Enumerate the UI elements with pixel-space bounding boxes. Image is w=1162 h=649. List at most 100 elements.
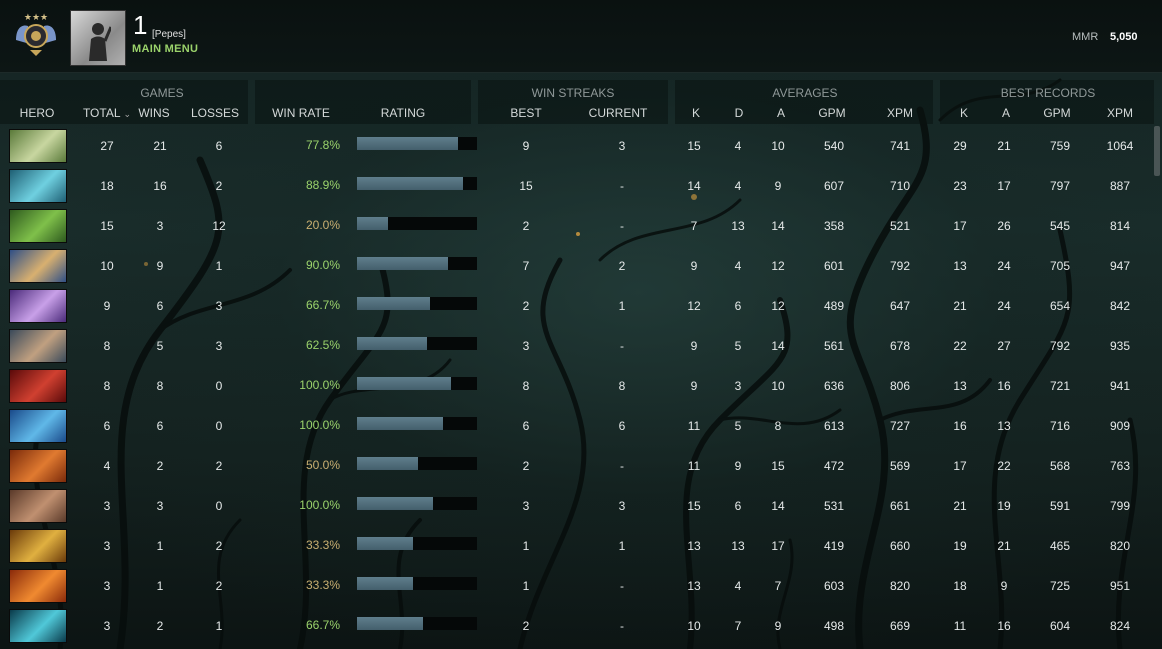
column-header-avg-deaths[interactable]: D [729, 106, 749, 120]
row-losses: 2 [215, 459, 223, 473]
column-header-avg-xpm[interactable]: XPM [880, 106, 920, 120]
row-avg-xpm: 710 [889, 179, 911, 193]
row-record-assists: 21 [997, 539, 1011, 553]
row-avg-gpm: 419 [823, 539, 845, 553]
row-losses: 3 [215, 299, 223, 313]
table-row[interactable]: 3 1 2 33.3% 1 - 13 4 7 603 820 18 9 725 951 [0, 567, 1162, 607]
row-record-gpm: 604 [1049, 619, 1071, 633]
column-header-avg-gpm[interactable]: GPM [812, 106, 852, 120]
column-header-record-assists[interactable]: A [996, 106, 1016, 120]
hero-5-portrait-icon[interactable] [9, 289, 67, 323]
rating-bar [357, 217, 477, 230]
total-header-label: TOTAL [82, 106, 121, 120]
column-header-losses[interactable]: LOSSES [190, 106, 240, 120]
main-menu-link[interactable]: MAIN MENU [132, 43, 198, 55]
row-record-gpm: 545 [1049, 219, 1071, 233]
table-row[interactable]: 8 8 0 100.0% 8 8 9 3 10 636 806 13 16 721 941 [0, 367, 1162, 407]
column-header-rating[interactable]: RATING [370, 106, 436, 120]
row-wins: 2 [156, 619, 164, 633]
row-record-gpm: 797 [1049, 179, 1071, 193]
row-record-gpm: 654 [1049, 299, 1071, 313]
row-record-gpm: 465 [1049, 539, 1071, 553]
hero-12-portrait-icon[interactable] [9, 569, 67, 603]
column-header-total[interactable]: TOTAL ⌄ [80, 106, 134, 120]
row-avg-assists: 14 [771, 219, 785, 233]
rating-bar [357, 257, 477, 270]
row-wins: 1 [156, 539, 164, 553]
table-row[interactable]: 27 21 6 77.8% 9 3 15 4 10 540 741 29 21 759 1064 [0, 127, 1162, 167]
hero-11-portrait-icon[interactable] [9, 529, 67, 563]
rating-bar-fill [357, 497, 433, 510]
mmr-value: 5,050 [1110, 31, 1138, 43]
row-total: 3 [103, 539, 111, 553]
row-best-streak: 9 [522, 139, 530, 153]
rating-bar-fill [357, 177, 463, 190]
row-current-streak: - [620, 579, 624, 593]
hero-1-portrait-icon[interactable] [9, 129, 67, 163]
hero-9-portrait-icon[interactable] [9, 449, 67, 483]
row-total: 15 [100, 219, 114, 233]
rating-bar-fill [357, 217, 388, 230]
column-header-avg-assists[interactable]: A [771, 106, 791, 120]
row-avg-deaths: 7 [734, 619, 742, 633]
table-row[interactable]: 3 3 0 100.0% 3 3 15 6 14 531 661 21 19 591 799 [0, 487, 1162, 527]
column-header-wins[interactable]: WINS [134, 106, 174, 120]
row-record-kills: 13 [953, 379, 967, 393]
hero-7-portrait-icon[interactable] [9, 369, 67, 403]
profile-header: ★★★ 1 [Pepes] MAIN MENU MMR 5,050 [0, 0, 1162, 73]
row-avg-kills: 13 [687, 579, 701, 593]
table-row[interactable]: 10 9 1 90.0% 7 2 9 4 12 601 792 13 24 705 947 [0, 247, 1162, 287]
row-current-streak: 1 [618, 299, 626, 313]
table-row[interactable]: 6 6 0 100.0% 6 6 11 5 8 613 727 16 13 716 909 [0, 407, 1162, 447]
row-losses: 2 [215, 579, 223, 593]
column-header-record-gpm[interactable]: GPM [1037, 106, 1077, 120]
hero-2-portrait-icon[interactable] [9, 169, 67, 203]
row-current-streak: - [620, 219, 624, 233]
table-row[interactable]: 4 2 2 50.0% 2-11 9 15 472 569 17 22 568 763 [0, 447, 1162, 487]
table-row[interactable]: 3 1 2 33.3% 1 1 13 13 17 419 660 19 21 465 820 [0, 527, 1162, 567]
row-best-streak: 7 [522, 259, 530, 273]
table-row[interactable]: 3 2 1 66.7% 2 - 10 7 9 498 669 11 16 604 824 [0, 607, 1162, 647]
hero-13-portrait-icon[interactable] [9, 609, 67, 643]
hero-4-portrait-icon[interactable] [9, 249, 67, 283]
column-header-current-streak[interactable]: CURRENT [584, 106, 652, 120]
hero-3-portrait-icon[interactable] [9, 209, 67, 243]
row-wins: 2 [156, 459, 164, 473]
rating-bar-fill [357, 377, 451, 390]
row-record-xpm: 887 [1109, 179, 1131, 193]
table-row[interactable]: 9 6 3 66.7% 2 1 12 6 12 489 647 21 24 654 842 [0, 287, 1162, 327]
table-row[interactable]: 18 16 2 88.9% 15 - 14 4 9 607 710 23 17 797 887 [0, 167, 1162, 207]
column-header-record-kills[interactable]: K [954, 106, 974, 120]
row-best-streak: 6 [522, 419, 530, 433]
rating-bar [357, 457, 477, 470]
row-avg-xpm: 806 [889, 379, 911, 393]
column-header-win-rate[interactable]: WIN RATE [266, 106, 336, 120]
column-header-avg-kills[interactable]: K [686, 106, 706, 120]
table-row[interactable]: 15 3 12 20.0% 2 - 7 13 14 358 521 17 26 545 814 [0, 207, 1162, 247]
table-scrollbar[interactable] [1154, 126, 1160, 176]
column-header-record-xpm[interactable]: XPM [1100, 106, 1140, 120]
row-wins: 6 [156, 419, 164, 433]
player-avatar[interactable] [70, 10, 126, 66]
rating-bar [357, 537, 477, 550]
row-avg-assists: 12 [771, 259, 785, 273]
row-losses: 0 [215, 419, 223, 433]
row-record-xpm: 824 [1109, 619, 1131, 633]
column-header-hero[interactable]: HERO [10, 106, 64, 120]
row-wins: 21 [153, 139, 167, 153]
row-record-gpm: 568 [1049, 459, 1071, 473]
table-row[interactable]: 8 5 3 62.5% 3 - 9 5 14 561 678 22 27 792 935 [0, 327, 1162, 367]
row-avg-gpm: 540 [823, 139, 845, 153]
hero-6-portrait-icon[interactable] [9, 329, 67, 363]
row-avg-gpm: 613 [823, 419, 845, 433]
row-record-kills: 29 [953, 139, 967, 153]
hero-10-portrait-icon[interactable] [9, 489, 67, 523]
hero-8-portrait-icon[interactable] [9, 409, 67, 443]
row-avg-gpm: 472 [823, 459, 845, 473]
column-header-best-streak[interactable]: BEST [506, 106, 546, 120]
row-record-assists: 21 [997, 139, 1011, 153]
row-avg-kills: 15 [687, 499, 701, 513]
row-avg-kills: 9 [690, 339, 698, 353]
row-current-streak: 6 [618, 419, 626, 433]
row-record-xpm: 799 [1109, 499, 1131, 513]
